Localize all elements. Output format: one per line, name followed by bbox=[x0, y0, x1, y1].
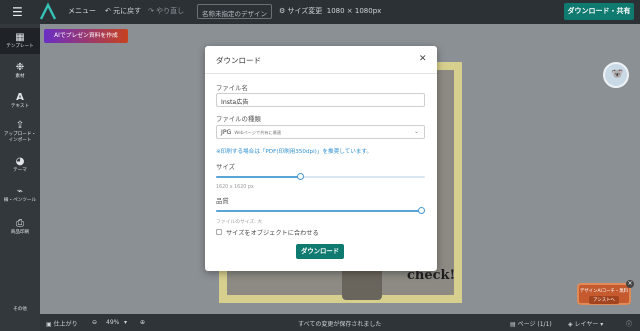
menu-button[interactable]: メニュー bbox=[68, 6, 96, 16]
finish-button[interactable]: ▣ 仕上がり bbox=[46, 319, 78, 328]
sidebar-item-text[interactable]: A テキスト bbox=[0, 92, 40, 110]
filetype-value: JPG bbox=[221, 129, 232, 136]
close-icon[interactable]: × bbox=[626, 280, 634, 288]
design-name-input[interactable]: 名称未指定のデザイン bbox=[197, 4, 272, 19]
sidebar-item-theme[interactable]: ◕ テーマ bbox=[0, 156, 40, 174]
quality-label: 品質 bbox=[216, 197, 229, 205]
size-value: 1620 x 1620 px bbox=[216, 185, 254, 190]
promo-button[interactable]: アシストへ bbox=[589, 296, 619, 304]
redo-icon: ↷ bbox=[148, 7, 157, 15]
sidebar-item-label: テンプレート bbox=[6, 44, 34, 49]
fit-checkbox[interactable] bbox=[216, 229, 222, 235]
size-label: サイズ bbox=[216, 163, 235, 171]
sidebar-item-more[interactable]: その他 bbox=[0, 306, 40, 312]
sidebar: ▦ テンプレート ❉ 素材 A テキスト ⇪ アップロード・インポート ◕ テー… bbox=[0, 24, 40, 331]
filetype-label: ファイルの種類 bbox=[216, 115, 261, 123]
filetype-hint: Webページで共有に最適 bbox=[234, 130, 282, 135]
sidebar-more-label: その他 bbox=[13, 307, 27, 312]
undo-icon: ↶ bbox=[105, 7, 114, 15]
layer-button[interactable]: ◈ レイヤー ▾ bbox=[568, 319, 603, 328]
filename-label: ファイル名 bbox=[216, 84, 248, 92]
printer-icon: ⎙ bbox=[16, 218, 24, 229]
close-icon[interactable]: ✕ bbox=[419, 54, 427, 64]
filetype-select[interactable]: JPG Webページで共有に最適 ⌄ bbox=[216, 125, 425, 139]
app-logo[interactable] bbox=[38, 2, 58, 22]
zoom-in-button[interactable]: ⊕ bbox=[140, 319, 145, 326]
download-dialog: ダウンロード ✕ ファイル名 Insta広告 ファイルの種類 JPG Webページ… bbox=[205, 46, 437, 271]
help-icon[interactable]: ⓘ bbox=[626, 319, 632, 328]
slider-thumb[interactable] bbox=[418, 207, 425, 214]
chevron-down-icon[interactable]: ▾ bbox=[124, 319, 127, 326]
download-share-button[interactable]: ダウンロード・共有 bbox=[564, 3, 634, 20]
bottom-bar: ▣ 仕上がり ⊖ 49% ▾ ⊕ すべての変更が保存されました ▤ ページ (1… bbox=[40, 314, 640, 331]
resize-label: サイズ変更 bbox=[287, 7, 323, 15]
top-bar: ☰ メニュー ↶ 元に戻す ↷ やり直し 名称未指定のデザイン ⚙ サイズ変更 … bbox=[0, 0, 640, 24]
gear-icon: ⚙ bbox=[279, 7, 288, 15]
promo-title: デザインAIコーチ・無料 bbox=[579, 289, 629, 294]
download-button[interactable]: ダウンロード bbox=[296, 244, 344, 259]
koala-icon: 🐨 bbox=[611, 69, 624, 80]
dialog-title: ダウンロード bbox=[216, 56, 261, 65]
divider bbox=[205, 73, 437, 74]
palette-icon: ◕ bbox=[15, 156, 25, 167]
layer-label: レイヤー bbox=[574, 321, 599, 328]
zoom-out-button[interactable]: ⊖ bbox=[92, 319, 97, 326]
quality-slider[interactable] bbox=[216, 206, 425, 216]
book-icon: ▣ bbox=[46, 321, 54, 328]
finish-label: 仕上がり bbox=[53, 321, 78, 328]
filename-input[interactable]: Insta広告 bbox=[216, 93, 425, 107]
asset-icon: ❉ bbox=[15, 62, 25, 73]
slider-fill bbox=[216, 210, 422, 212]
sidebar-item-assets[interactable]: ❉ 素材 bbox=[0, 62, 40, 80]
zoom-value[interactable]: 49% bbox=[106, 319, 119, 326]
chevron-down-icon: ⌄ bbox=[413, 128, 419, 135]
sidebar-item-pen[interactable]: ⌁ 線・ペンツール bbox=[0, 186, 40, 204]
fit-checkbox-label[interactable]: サイズをオブジェクトに合わせる bbox=[226, 228, 319, 237]
sidebar-item-label: アップロード・インポート bbox=[3, 132, 37, 143]
ai-presentation-button[interactable]: AIでプレゼン資料を作成 bbox=[44, 29, 128, 43]
sidebar-item-label: テーマ bbox=[13, 168, 27, 173]
page-icon: ▤ bbox=[510, 321, 518, 328]
text-icon: A bbox=[16, 92, 24, 103]
redo-button[interactable]: ↷ やり直し bbox=[148, 6, 184, 16]
page-count: (1/1) bbox=[537, 321, 552, 328]
assistant-avatar[interactable]: 🐨 bbox=[603, 62, 629, 88]
undo-button[interactable]: ↶ 元に戻す bbox=[105, 6, 141, 16]
pen-tool-icon: ⌁ bbox=[16, 186, 24, 197]
sidebar-item-label: 線・ペンツール bbox=[3, 198, 37, 203]
slider-thumb[interactable] bbox=[296, 173, 304, 180]
sidebar-item-label: 商品印刷 bbox=[10, 230, 30, 235]
sidebar-item-label: 素材 bbox=[15, 74, 25, 79]
sidebar-item-label: テキスト bbox=[10, 104, 30, 109]
hamburger-menu-icon[interactable]: ☰ bbox=[12, 5, 23, 19]
size-slider[interactable] bbox=[216, 172, 425, 182]
sidebar-item-upload[interactable]: ⇪ アップロード・インポート bbox=[0, 120, 40, 144]
template-icon: ▦ bbox=[15, 32, 25, 43]
sidebar-item-print[interactable]: ⎙ 商品印刷 bbox=[0, 218, 40, 236]
resize-button[interactable]: ⚙ サイズ変更 1080 × 1080px bbox=[279, 6, 381, 16]
undo-label: 元に戻す bbox=[113, 7, 142, 15]
page-button[interactable]: ▤ ページ (1/1) bbox=[510, 319, 552, 328]
redo-label: やり直し bbox=[156, 7, 185, 15]
sidebar-item-template[interactable]: ▦ テンプレート bbox=[0, 28, 40, 54]
page-label: ページ bbox=[517, 321, 536, 328]
slider-fill bbox=[216, 176, 301, 178]
save-status: すべての変更が保存されました bbox=[298, 321, 382, 328]
filesize-label: ファイルのサイズ: 大 bbox=[216, 220, 263, 225]
size-value: 1080 × 1080px bbox=[326, 7, 382, 15]
upload-icon: ⇪ bbox=[15, 120, 25, 131]
ai-coach-promo[interactable]: デザインAIコーチ・無料 アシストへ bbox=[577, 283, 631, 305]
print-note-link[interactable]: ※印刷する場合は「PDF(印刷用350dpi)」を推奨しています。 bbox=[216, 147, 372, 155]
